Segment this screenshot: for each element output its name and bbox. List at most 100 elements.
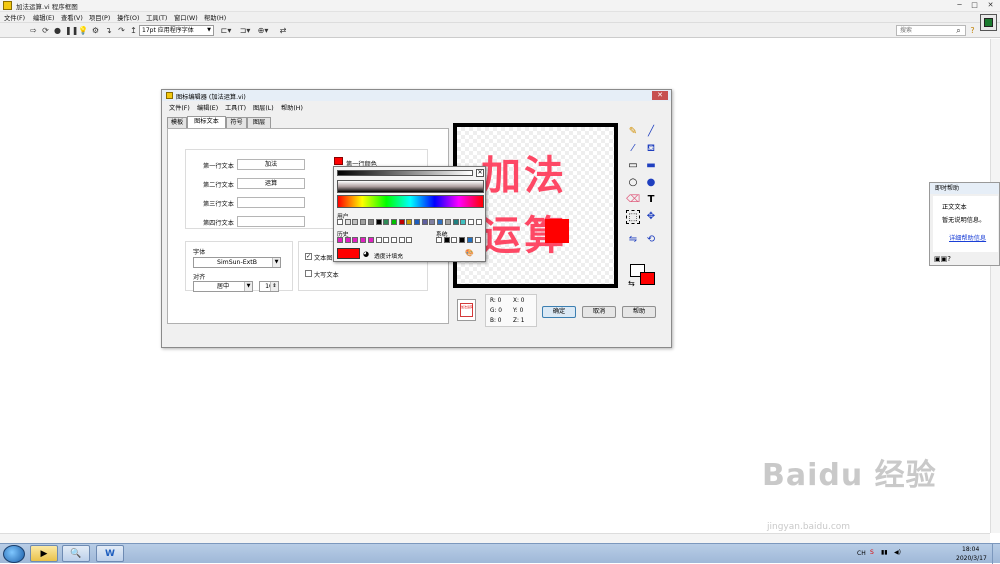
- color-swatch[interactable]: [444, 219, 451, 225]
- vertical-scrollbar[interactable]: [990, 39, 1000, 533]
- run-icon[interactable]: ⇨: [29, 26, 38, 35]
- color-swatch[interactable]: [443, 237, 450, 243]
- line2-input[interactable]: 运算: [237, 178, 305, 189]
- vi-icon-pane[interactable]: [980, 14, 997, 31]
- font-select[interactable]: SimSun-ExtB ▼: [193, 257, 281, 268]
- pause-icon[interactable]: ❚❚: [65, 26, 78, 35]
- cancel-button[interactable]: 取消: [582, 306, 616, 318]
- color-swatch[interactable]: [467, 219, 474, 225]
- color-swatch[interactable]: [375, 237, 382, 243]
- popup-close-icon[interactable]: ✕: [476, 169, 484, 177]
- network-icon[interactable]: ▮▮: [881, 549, 888, 556]
- dialog-close-button[interactable]: ✕: [652, 91, 668, 100]
- horizontal-scrollbar[interactable]: [0, 533, 990, 543]
- select-icon[interactable]: ⬚: [626, 210, 640, 224]
- line-icon[interactable]: ╱: [644, 125, 658, 139]
- filled-rectangle-icon[interactable]: ▬: [644, 159, 658, 173]
- lock-icon[interactable]: ▣▣?: [934, 255, 951, 263]
- color-swatch[interactable]: [383, 219, 390, 225]
- color-swatch[interactable]: [406, 219, 413, 225]
- cleanup-icon[interactable]: ⇄: [276, 26, 290, 35]
- color-swatch[interactable]: [390, 219, 397, 225]
- rotate-icon[interactable]: ⟲: [644, 233, 658, 247]
- color-swatch[interactable]: [460, 219, 467, 225]
- search-icon[interactable]: ⌕: [954, 26, 963, 35]
- color-swatch[interactable]: [390, 237, 397, 243]
- color-swatch[interactable]: [429, 219, 436, 225]
- color-swatch[interactable]: [337, 237, 343, 243]
- background-color-swatch[interactable]: [640, 272, 655, 285]
- color-wheel-icon[interactable]: ◕: [363, 250, 369, 258]
- ellipse-icon[interactable]: ○: [626, 176, 640, 190]
- wps-task-icon[interactable]: W: [96, 545, 124, 562]
- tab-icon-text[interactable]: 图标文本: [187, 116, 226, 128]
- align-select[interactable]: 居中 ▼: [193, 281, 253, 292]
- highlight-icon[interactable]: 💡: [78, 26, 88, 35]
- grayscale-ramp[interactable]: [337, 170, 473, 176]
- text-tool-icon[interactable]: T: [644, 193, 658, 207]
- color-picker-icon[interactable]: ⁄: [626, 142, 640, 156]
- color-swatch[interactable]: [474, 237, 481, 243]
- minimize-icon[interactable]: ─: [953, 1, 966, 10]
- ok-button[interactable]: 确定: [542, 306, 576, 318]
- uppercase-checkbox[interactable]: [305, 270, 312, 277]
- color-swatch[interactable]: [352, 237, 359, 243]
- text-checkbox[interactable]: ✓: [305, 253, 312, 260]
- help-link[interactable]: 详细帮助信息: [949, 233, 986, 242]
- tab-layers[interactable]: 图层: [247, 117, 271, 128]
- color-swatch[interactable]: [383, 237, 390, 243]
- pencil-icon[interactable]: ✎: [626, 125, 640, 139]
- color-swatch[interactable]: [414, 219, 420, 225]
- step-into-icon[interactable]: ↴: [104, 26, 113, 35]
- show-desktop-button[interactable]: [992, 544, 1000, 564]
- brightness-ramp[interactable]: [337, 180, 484, 193]
- abort-icon[interactable]: ●: [53, 26, 62, 35]
- menu-operate[interactable]: 操作(O): [117, 13, 139, 22]
- flip-horizontal-icon[interactable]: ⇋: [626, 233, 640, 247]
- help-icon[interactable]: ?: [968, 26, 977, 35]
- color-swatch[interactable]: [367, 219, 374, 225]
- font-size-stepper[interactable]: 10 ⇕: [259, 281, 279, 292]
- color-swatch[interactable]: [452, 219, 459, 225]
- dialog-menu-edit[interactable]: 编辑(E): [197, 103, 218, 112]
- color-swatch[interactable]: [406, 237, 413, 243]
- search-task-icon[interactable]: 🔍: [62, 545, 90, 562]
- retain-wire-icon[interactable]: ⚙: [91, 26, 100, 35]
- move-icon[interactable]: ✥: [644, 210, 658, 224]
- swap-colors-icon[interactable]: ⇆: [628, 279, 635, 288]
- menu-window[interactable]: 窗口(W): [174, 13, 198, 22]
- step-out-icon[interactable]: ↥: [129, 26, 138, 35]
- color-swatch[interactable]: [398, 237, 405, 243]
- color-swatch[interactable]: [437, 219, 444, 225]
- dialog-menu-tools[interactable]: 工具(T): [225, 103, 246, 112]
- color-swatch[interactable]: [352, 219, 359, 225]
- dialog-menu-help[interactable]: 帮助(H): [281, 103, 303, 112]
- color-swatch[interactable]: [421, 219, 428, 225]
- filled-ellipse-icon[interactable]: ●: [644, 176, 658, 190]
- color-swatch[interactable]: [475, 219, 482, 225]
- color-swatch[interactable]: [436, 237, 442, 243]
- palette-icon[interactable]: 🎨: [465, 249, 474, 257]
- eraser-icon[interactable]: ⌫: [626, 193, 640, 207]
- menu-view[interactable]: 查看(V): [61, 13, 83, 22]
- color-swatch[interactable]: [451, 237, 458, 243]
- line3-input[interactable]: [237, 197, 305, 208]
- menu-file[interactable]: 文件(F): [4, 13, 25, 22]
- dialog-menu-file[interactable]: 文件(F): [169, 103, 190, 112]
- fill-bucket-icon[interactable]: ⛾: [644, 142, 658, 156]
- hue-spectrum[interactable]: [337, 195, 484, 208]
- line4-input[interactable]: [237, 216, 305, 227]
- labview-task-icon[interactable]: ▶: [30, 545, 58, 562]
- color-swatch[interactable]: [367, 237, 374, 243]
- dialog-menu-layers[interactable]: 图层(L): [253, 103, 274, 112]
- color-swatch[interactable]: [360, 219, 367, 225]
- menu-project[interactable]: 项目(P): [89, 13, 110, 22]
- reorder-icon[interactable]: ⊕▾: [256, 26, 270, 35]
- tab-glyphs[interactable]: 符号: [226, 117, 247, 128]
- color-swatch[interactable]: [337, 219, 343, 225]
- line-color-swatch[interactable]: [334, 157, 343, 165]
- ime-icon[interactable]: S: [870, 549, 874, 556]
- run-continuously-icon[interactable]: ⟳: [41, 26, 50, 35]
- color-swatch[interactable]: [344, 219, 351, 225]
- line1-input[interactable]: 加法: [237, 159, 305, 170]
